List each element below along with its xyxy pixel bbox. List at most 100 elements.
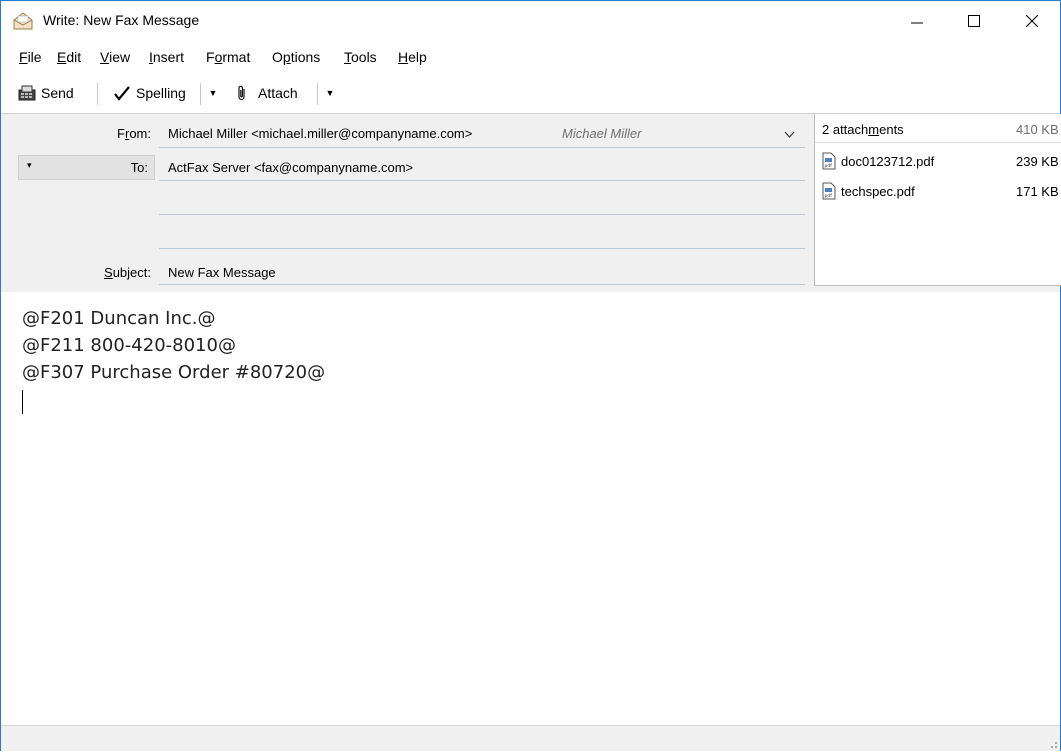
send-label: Send [41, 85, 74, 101]
from-label-pre: F [117, 126, 125, 141]
body-line: @F211 800-420-8010@ [22, 335, 236, 356]
attachment-pane: 2 attachments 410 KB pdf doc0123712.pdf … [814, 114, 1061, 286]
status-bar [1, 725, 1060, 751]
title-bar: Write: New Fax Message [1, 1, 1060, 41]
menu-options-post: tions [290, 49, 321, 65]
toolbar-separator [200, 83, 201, 105]
attachment-header[interactable]: 2 attachments 410 KB [815, 114, 1061, 143]
message-body-editor[interactable]: @F201 Duncan Inc.@ @F211 800-420-8010@ @… [1, 292, 1060, 725]
recipient-underline [159, 214, 805, 215]
from-identity: Michael Miller [562, 126, 642, 141]
window-title: Write: New Fax Message [43, 12, 200, 28]
recipient-underline [159, 248, 805, 249]
menu-view-key: V [100, 49, 110, 65]
menu-tools-post: ools [351, 49, 377, 65]
attachment-count-pre: 2 attach [822, 122, 869, 137]
attachment-size: 239 KB [1016, 154, 1059, 169]
attachment-size: 171 KB [1016, 184, 1059, 199]
to-input[interactable]: ActFax Server <fax@companyname.com> [159, 154, 805, 180]
pdf-file-icon: pdf [822, 152, 836, 170]
from-value: Michael Miller <michael.miller@companyna… [168, 126, 473, 141]
menu-file[interactable]: File [19, 49, 42, 65]
to-value: ActFax Server <fax@companyname.com> [168, 160, 414, 175]
checkmark-icon [114, 86, 130, 101]
subject-underline [159, 284, 805, 285]
fax-machine-icon [18, 85, 36, 101]
menu-format[interactable]: Format [206, 49, 250, 65]
body-line: @F307 Purchase Order #80720@ [22, 362, 326, 383]
from-label-post: om: [129, 126, 151, 141]
menu-file-key: F [19, 49, 28, 65]
toolbar: Send Spelling ▼ Attach ▼ [1, 79, 1060, 107]
spelling-label: Spelling [136, 85, 186, 101]
subject-value: New Fax Message [168, 265, 276, 280]
minimize-icon [911, 22, 923, 24]
recipient-type-dropdown[interactable]: ▾ To: [18, 155, 155, 180]
menu-options[interactable]: Options [272, 49, 320, 65]
menu-help-key: H [398, 49, 409, 65]
toolbar-separator [97, 83, 98, 105]
close-button[interactable] [1009, 1, 1055, 41]
menu-edit-key: E [57, 49, 67, 65]
attachment-total-size: 410 KB [1016, 122, 1059, 137]
attach-button[interactable]: Attach [235, 79, 298, 107]
menu-options-pre: O [272, 49, 283, 65]
menu-insert[interactable]: Insert [149, 49, 184, 65]
body-line: @F201 Duncan Inc.@ [22, 308, 216, 329]
menu-tools-key: T [344, 49, 351, 65]
menu-edit-post: dit [66, 49, 82, 65]
attachment-name: techspec.pdf [841, 184, 915, 199]
menu-view[interactable]: View [100, 49, 130, 65]
subject-label: Subject: [1, 265, 151, 280]
spelling-dropdown-button[interactable]: ▼ [204, 84, 222, 102]
send-button[interactable]: Send [18, 79, 74, 107]
svg-text:pdf: pdf [825, 163, 833, 169]
menu-view-post: iew [109, 49, 131, 65]
message-header: From: Michael Miller <michael.miller@com… [1, 113, 1061, 293]
recipient-empty-row[interactable] [159, 182, 805, 214]
paperclip-icon [238, 85, 245, 101]
pdf-file-icon: pdf [822, 182, 836, 200]
attach-label: Attach [258, 85, 298, 101]
to-underline [159, 180, 805, 181]
attachment-item[interactable]: pdf doc0123712.pdf 239 KB [815, 150, 1061, 174]
menu-options-key: p [282, 49, 291, 65]
compose-window: Write: New Fax Message File Edit View In… [0, 0, 1061, 751]
attachment-count-post: ents [879, 122, 904, 137]
maximize-icon [968, 15, 980, 27]
attachment-item[interactable]: pdf techspec.pdf 171 KB [815, 180, 1061, 204]
subject-label-key: S [104, 265, 113, 280]
recipient-empty-row[interactable] [159, 216, 805, 248]
close-icon [1026, 15, 1038, 27]
minimize-button[interactable] [894, 1, 940, 41]
to-label: To: [130, 160, 148, 175]
attach-dropdown-button[interactable]: ▼ [321, 84, 339, 102]
maximize-button[interactable] [951, 1, 997, 41]
envelope-icon [13, 12, 33, 30]
caret-down-icon: ▾ [27, 160, 32, 170]
from-label: From: [1, 126, 151, 141]
menu-bar: File Edit View Insert Format Options Too… [1, 49, 1060, 69]
menu-format-post: rmat [222, 49, 251, 65]
resize-grip-icon[interactable] [1046, 737, 1058, 749]
subject-input[interactable]: New Fax Message [159, 258, 805, 284]
attachment-count-key: m [868, 122, 880, 137]
subject-label-post: ubject: [112, 265, 151, 280]
menu-insert-post: nsert [152, 49, 185, 65]
from-underline [159, 147, 805, 148]
menu-file-post: ile [27, 49, 42, 65]
text-cursor [22, 390, 23, 414]
menu-tools[interactable]: Tools [344, 49, 377, 65]
caret-down-icon: ▼ [325, 88, 335, 98]
menu-format-pre: F [206, 49, 215, 65]
caret-down-icon: ▼ [208, 88, 218, 98]
attachment-name: doc0123712.pdf [841, 154, 935, 169]
menu-help-post: elp [408, 49, 427, 65]
svg-text:pdf: pdf [825, 193, 833, 199]
toolbar-separator [317, 83, 318, 105]
from-select[interactable]: Michael Miller <michael.miller@companyna… [159, 118, 805, 148]
spelling-button[interactable]: Spelling [114, 79, 186, 107]
menu-help[interactable]: Help [398, 49, 427, 65]
attachment-count: 2 attachments [822, 122, 904, 137]
menu-edit[interactable]: Edit [57, 49, 81, 65]
